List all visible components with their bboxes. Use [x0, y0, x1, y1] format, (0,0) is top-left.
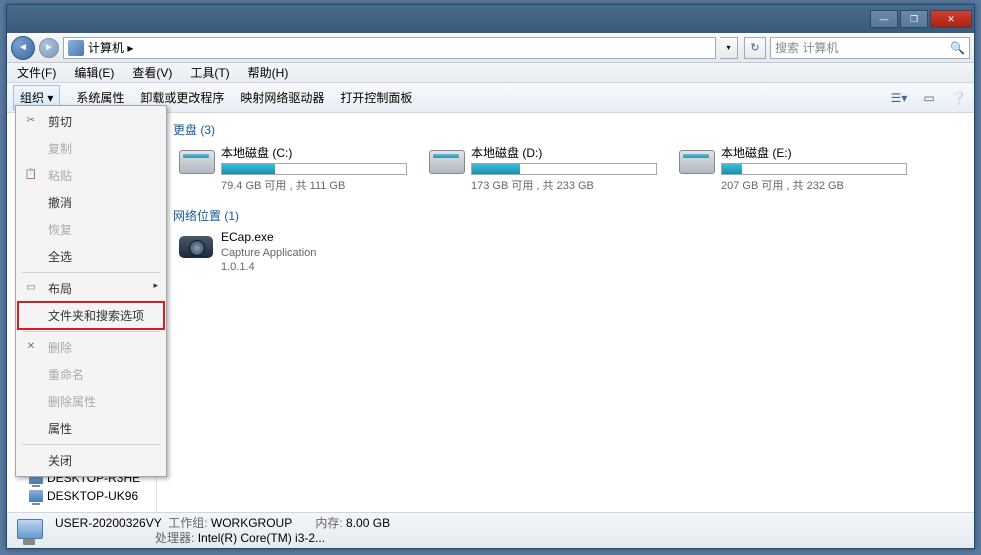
camera-icon [177, 230, 215, 262]
menu-view[interactable]: 查看(V) [128, 62, 176, 83]
menu-item-label: 关闭 [48, 454, 72, 468]
title-bar: — ❐ ✕ [7, 5, 974, 33]
menu-item-粘贴: 📋 粘贴 [18, 162, 164, 189]
menu-item-label: 文件夹和搜索选项 [48, 309, 144, 323]
status-bar: USER-20200326VY 工作组: WORKGROUP 内存: 8.00 … [7, 512, 974, 548]
menu-item-icon: 📋 [24, 167, 38, 181]
maximize-button[interactable]: ❐ [900, 10, 928, 28]
drive-free-text: 79.4 GB 可用 , 共 111 GB [221, 177, 407, 193]
menu-item-布局[interactable]: ▭ 布局 [18, 275, 164, 302]
drive-free-text: 207 GB 可用 , 共 232 GB [721, 177, 907, 193]
menu-item-属性[interactable]: 属性 [18, 415, 164, 442]
search-icon: 🔍 [950, 41, 965, 55]
net-item-version: 1.0.1.4 [221, 260, 316, 274]
menu-item-删除: ✕ 删除 [18, 334, 164, 361]
control-panel-button[interactable]: 打开控制面板 [340, 89, 412, 106]
menu-item-label: 删除 [48, 341, 72, 355]
nav-bar: ◄ ► 计算机 ▸ ▾ ↻ 搜索 计算机 🔍 [7, 33, 974, 63]
net-item-name: ECap.exe [221, 230, 316, 246]
computer-large-icon [15, 517, 45, 545]
hard-disks-header[interactable]: 更盘 (3) [169, 121, 962, 138]
menu-item-icon: ▭ [24, 280, 38, 294]
menu-item-关闭[interactable]: 关闭 [18, 447, 164, 474]
menu-item-撤消[interactable]: 撤消 [18, 189, 164, 216]
menu-separator [22, 444, 160, 445]
menu-item-label: 复制 [48, 142, 72, 156]
menu-separator [22, 272, 160, 273]
menu-item-label: 全选 [48, 250, 72, 264]
menu-item-恢复: 恢复 [18, 216, 164, 243]
drive-item[interactable]: 本地磁盘 (E:) 207 GB 可用 , 共 232 GB [677, 144, 907, 193]
menu-item-label: 重命名 [48, 368, 84, 382]
network-item[interactable]: ECap.exe Capture Application 1.0.1.4 [169, 230, 962, 274]
menu-edit[interactable]: 编辑(E) [70, 62, 118, 83]
close-button[interactable]: ✕ [930, 10, 972, 28]
map-drive-button[interactable]: 映射网络驱动器 [240, 89, 324, 106]
hard-disk-icon [427, 144, 465, 176]
address-dropdown[interactable]: ▾ [720, 37, 738, 59]
menu-bar: 文件(F) 编辑(E) 查看(V) 工具(T) 帮助(H) [7, 63, 974, 83]
help-icon[interactable]: ❔ [950, 89, 968, 107]
drive-item[interactable]: 本地磁盘 (D:) 173 GB 可用 , 共 233 GB [427, 144, 657, 193]
status-cpu-label: 处理器: [155, 531, 194, 545]
nav-forward-button[interactable]: ► [39, 38, 59, 58]
search-placeholder: 搜索 计算机 [775, 39, 838, 56]
sidebar-network-pc[interactable]: DESKTOP-UK96 [7, 487, 156, 505]
status-computer-name: USER-20200326VY [55, 516, 162, 530]
menu-item-label: 布局 [48, 282, 72, 296]
menu-tools[interactable]: 工具(T) [186, 62, 233, 83]
network-location-header[interactable]: 网络位置 (1) [169, 207, 962, 224]
refresh-button[interactable]: ↻ [744, 37, 766, 59]
menu-file[interactable]: 文件(F) [13, 62, 60, 83]
menu-item-icon: ✕ [24, 339, 38, 353]
drive-name: 本地磁盘 (C:) [221, 144, 407, 161]
system-properties-button[interactable]: 系统属性 [76, 89, 124, 106]
sidebar-item-label: DESKTOP-UK96 [47, 489, 138, 503]
drive-name: 本地磁盘 (D:) [471, 144, 657, 161]
menu-item-label: 删除属性 [48, 395, 96, 409]
pc-icon [29, 490, 43, 502]
nav-back-button[interactable]: ◄ [11, 36, 35, 60]
menu-item-全选[interactable]: 全选 [18, 243, 164, 270]
drive-usage-bar [721, 163, 907, 175]
explorer-window: — ❐ ✕ ◄ ► 计算机 ▸ ▾ ↻ 搜索 计算机 🔍 文件(F) 编辑(E)… [6, 4, 975, 549]
organize-menu: ✂ 剪切复制 📋 粘贴撤消恢复全选 ▭ 布局文件夹和搜索选项 ✕ 删除重命名删除属性属性关闭 [15, 105, 167, 477]
address-bar[interactable]: 计算机 ▸ [63, 37, 716, 59]
drive-usage-bar [471, 163, 657, 175]
hard-disk-icon [677, 144, 715, 176]
uninstall-button[interactable]: 卸载或更改程序 [140, 89, 224, 106]
menu-item-label: 属性 [48, 422, 72, 436]
drive-usage-bar [221, 163, 407, 175]
menu-item-label: 恢复 [48, 223, 72, 237]
status-cpu: Intel(R) Core(TM) i3-2... [198, 531, 325, 545]
hard-disk-icon [177, 144, 215, 176]
menu-item-重命名: 重命名 [18, 361, 164, 388]
menu-item-删除属性: 删除属性 [18, 388, 164, 415]
content-area: 更盘 (3) 本地磁盘 (C:) 79.4 GB 可用 , 共 111 GB 本… [157, 113, 974, 512]
drive-item[interactable]: 本地磁盘 (C:) 79.4 GB 可用 , 共 111 GB [177, 144, 407, 193]
net-item-desc: Capture Application [221, 246, 316, 260]
menu-item-icon: ✂ [24, 113, 38, 127]
menu-item-剪切[interactable]: ✂ 剪切 [18, 108, 164, 135]
status-memory-label: 内存: [315, 516, 342, 530]
menu-separator [22, 331, 160, 332]
menu-item-label: 剪切 [48, 115, 72, 129]
minimize-button[interactable]: — [870, 10, 898, 28]
menu-item-复制: 复制 [18, 135, 164, 162]
breadcrumb[interactable]: 计算机 ▸ [88, 39, 133, 56]
drive-free-text: 173 GB 可用 , 共 233 GB [471, 177, 657, 193]
menu-item-文件夹和搜索选项[interactable]: 文件夹和搜索选项 [18, 302, 164, 329]
menu-item-label: 撤消 [48, 196, 72, 210]
preview-pane-icon[interactable]: ▭ [920, 89, 938, 107]
menu-help[interactable]: 帮助(H) [244, 62, 293, 83]
drive-name: 本地磁盘 (E:) [721, 144, 907, 161]
search-input[interactable]: 搜索 计算机 🔍 [770, 37, 970, 59]
computer-icon [68, 40, 84, 56]
status-memory: 8.00 GB [346, 516, 390, 530]
status-workgroup-label: 工作组: [168, 516, 207, 530]
view-options-icon[interactable]: ☰▾ [890, 89, 908, 107]
status-workgroup: WORKGROUP [211, 516, 292, 530]
menu-item-label: 粘贴 [48, 169, 72, 183]
